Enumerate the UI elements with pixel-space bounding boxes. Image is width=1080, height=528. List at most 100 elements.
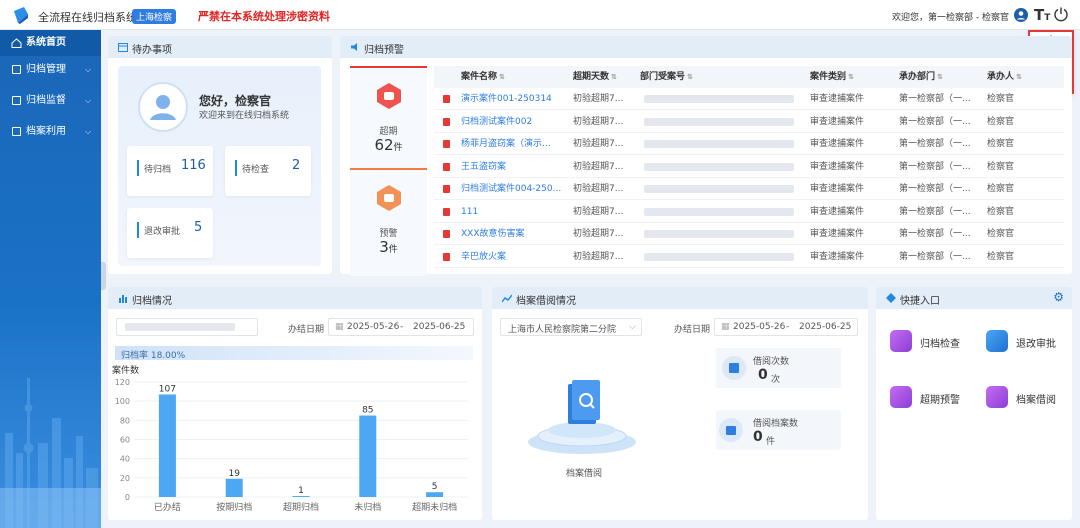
case-name-cell[interactable]: 王五盗窃案 [461, 156, 561, 178]
column-header-case-name[interactable]: 案件名称 ⇅ [461, 66, 505, 88]
case-name-cell[interactable]: 归档测试案件004-250... [461, 178, 561, 200]
column-header-dept-case-no[interactable]: 部门受案号 ⇅ [640, 66, 693, 88]
overdue-days-cell: 初验超期7... [573, 161, 624, 172]
column-header-case-category[interactable]: 案件类别 ⇅ [810, 66, 854, 88]
case-file-icon [443, 95, 450, 103]
user-icon[interactable] [1014, 8, 1028, 22]
font-size-icon[interactable]: TT [1034, 6, 1050, 24]
borrow-date-range[interactable]: ▦ 2025-05-26 - 2025-06-25 [714, 318, 858, 336]
bar-chart-icon [119, 295, 127, 303]
quick-label: 退改审批 [1016, 339, 1056, 350]
case-name-cell[interactable]: 演示案件001-250314 [461, 88, 561, 110]
redacted-case-number [644, 185, 794, 193]
quick-label: 归档检查 [920, 339, 960, 350]
redacted-case-number [644, 117, 794, 126]
overdue-block[interactable]: 超期 62件 [350, 66, 427, 174]
sidebar-item-label: 系统首页 [26, 37, 66, 48]
security-warning: 严禁在本系统处理涉密资料 [198, 10, 330, 23]
sidebar-collapse-handle[interactable] [101, 262, 106, 290]
redacted-case-number [644, 95, 794, 103]
x-tick-label: 按期归档 [216, 501, 252, 513]
handling-dept-cell: 第一检察部（一... [899, 139, 971, 149]
table-row[interactable]: 王五盗窃案 初验超期7... 审查逮捕案件 第一检察部（一... 检察官 [434, 156, 1064, 178]
calendar-icon [118, 43, 128, 52]
column-header-handler[interactable]: 承办人 ⇅ [987, 66, 1022, 88]
table-row[interactable]: 演示案件001-250314 初验超期7... 审查逮捕案件 第一检察部（一... 检察… [434, 88, 1064, 110]
table-row[interactable]: 杨菲月盗窃案（演示... 初验超期7... 审查逮捕案件 第一检察部（一... 检察官 [434, 133, 1064, 155]
calendar-icon: ▦ [721, 322, 730, 332]
settings-gear-icon[interactable]: ⚙ [1053, 290, 1064, 304]
stat-pending-check[interactable]: 待检查 2 [225, 146, 311, 196]
borrow-card-title: 档案借阅情况 [516, 296, 576, 307]
handler-cell: 检察官 [987, 184, 1015, 194]
warning-count: 3件 [379, 238, 398, 256]
warning-card-header: 归档预警 [340, 36, 1072, 58]
welcome-subtitle: 欢迎来到在线归档系统 [199, 111, 290, 121]
city-skyline-image [0, 378, 101, 528]
redacted-case-number [644, 252, 794, 261]
chevron-down-icon: ⌵ [85, 127, 92, 136]
redacted-case-number [644, 162, 794, 171]
table-row[interactable]: XXX故意伤害案 初验超期7... 审查逮捕案件 第一检察部（一... 检察官 [434, 223, 1064, 245]
x-tick-label: 已办结 [154, 501, 181, 513]
case-name-cell[interactable]: XXX故意伤害案 [461, 223, 561, 245]
handler-cell: 检察官 [987, 229, 1015, 239]
power-icon[interactable] [1053, 6, 1069, 22]
stat-pending-archive[interactable]: 待归档 116 [127, 146, 213, 196]
table-row[interactable]: 辛巴放火案 初验超期7... 审查逮捕案件 第一检察部（一... 检察官 [434, 246, 1064, 268]
quick-archive-check[interactable]: 归档检查 [890, 330, 974, 354]
redacted-case-number [644, 140, 794, 148]
archive-bar-chart: 案件数 0 20 40 60 80 100 120 107 已办结 19 按期归档 1 超期归档 85 未归档… [112, 364, 468, 513]
organization-select[interactable]: 上海市人民检察院第二分院 ⌵ [500, 318, 642, 336]
handling-dept-cell: 第一检察部（一... [899, 229, 971, 239]
handling-dept-cell: 第一检察部（一... [899, 116, 971, 127]
bar-4 [426, 492, 444, 497]
chevron-down-icon: ⌵ [85, 65, 92, 74]
borrow-archive-box: 借阅档案数 0 件 [716, 410, 841, 450]
table-row[interactable]: 111 初验超期7... 审查逮捕案件 第一检察部（一... 检察官 [434, 201, 1064, 223]
case-name-cell[interactable]: 111 [461, 201, 561, 223]
case-name-cell[interactable]: 归档测试案件002 [461, 111, 561, 133]
stat-return-approval[interactable]: 退改审批 5 [127, 208, 213, 258]
handler-cell: 检察官 [987, 139, 1015, 149]
overdue-alarm-icon [377, 83, 401, 109]
column-header-overdue-days[interactable]: 超期天数 ⇅ [573, 66, 617, 88]
sidebar-item-archive-supervise[interactable]: 归档监督 ⌵ [0, 88, 101, 114]
bar-1 [225, 478, 243, 497]
todo-card-title: 待办事项 [132, 45, 172, 56]
borrow-count-box: 借阅次数 0 次 [716, 348, 841, 388]
data-label: 85 [362, 406, 373, 416]
overdue-days-cell: 初验超期7... [573, 139, 624, 149]
finish-date-range[interactable]: ▦ 2025-05-26 - 2025-06-25 [328, 318, 474, 336]
case-category-cell: 审查逮捕案件 [810, 139, 865, 149]
stat-label: 待归档 [144, 165, 172, 175]
case-category-cell: 审查逮捕案件 [810, 161, 865, 172]
column-header-handling-dept[interactable]: 承办部门 ⇅ [899, 66, 943, 88]
x-tick-label: 未归档 [354, 501, 381, 513]
department-select[interactable] [116, 318, 258, 336]
quick-label: 超期预警 [920, 395, 960, 406]
case-file-icon [443, 207, 450, 216]
y-tick-label: 40 [120, 455, 130, 464]
data-label: 1 [298, 486, 304, 496]
table-row[interactable]: 归档测试案件004-250... 初验超期7... 审查逮捕案件 第一检察部（一...… [434, 178, 1064, 200]
table-row[interactable]: 归档测试案件002 初验超期7... 审查逮捕案件 第一检察部（一... 检察官 [434, 111, 1064, 133]
warning-block[interactable]: 预警 3件 [350, 168, 427, 276]
sidebar-item-home[interactable]: 系统首页 [0, 30, 101, 56]
case-file-icon [443, 140, 450, 148]
quick-entry-header: 快捷入口 ⚙ [876, 287, 1072, 309]
quick-archive-borrow[interactable]: 档案借阅 [986, 386, 1070, 410]
stat-value: 5 [194, 220, 203, 235]
data-label: 5 [432, 482, 438, 492]
quick-overdue-warning[interactable]: 超期预警 [890, 386, 974, 410]
sidebar-item-archive-manage[interactable]: 归档管理 ⌵ [0, 57, 101, 83]
y-tick-label: 100 [115, 397, 130, 406]
handler-cell: 检察官 [987, 206, 1015, 217]
quick-return-approval[interactable]: 退改审批 [986, 330, 1070, 354]
sidebar-item-archive-use[interactable]: 档案利用 ⌵ [0, 119, 101, 145]
x-tick-label: 超期未归档 [412, 501, 457, 513]
trend-chart-icon [502, 294, 512, 303]
overdue-days-cell: 初验超期7... [573, 251, 624, 262]
case-name-cell[interactable]: 辛巴放火案 [461, 246, 561, 268]
case-name-cell[interactable]: 杨菲月盗窃案（演示... [461, 133, 561, 155]
